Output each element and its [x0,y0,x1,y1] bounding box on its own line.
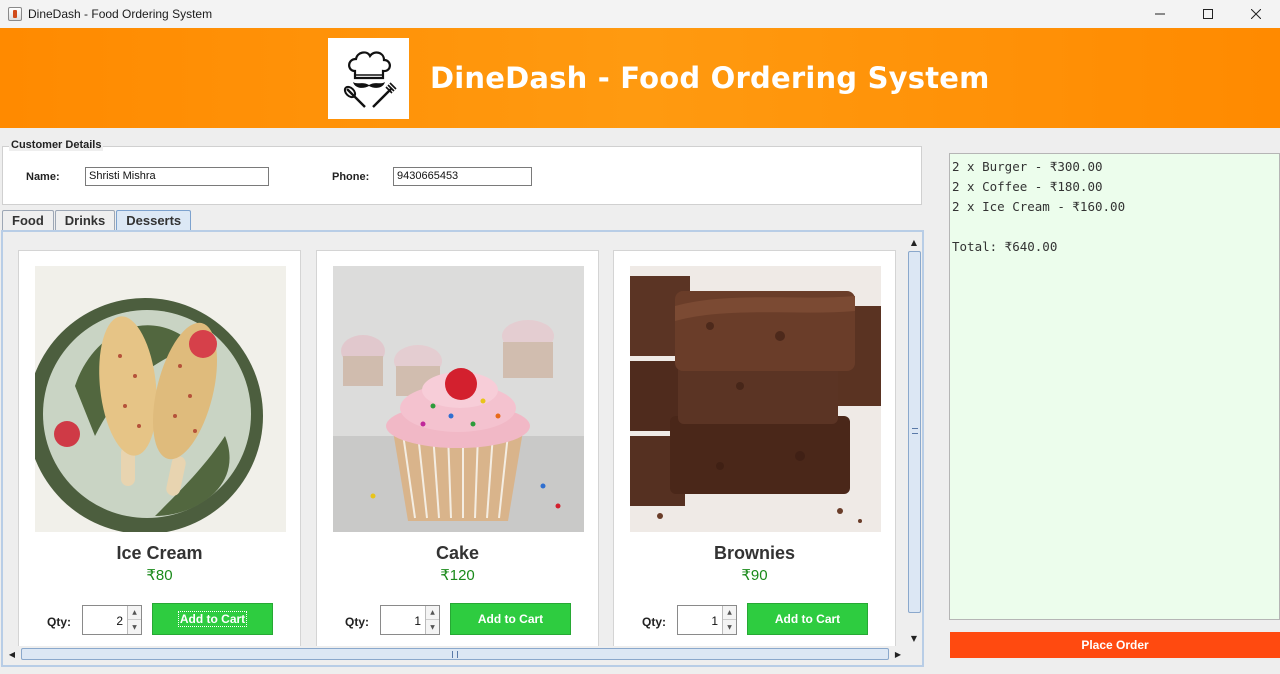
maximize-button[interactable] [1184,0,1232,28]
place-order-button[interactable]: Place Order [950,632,1280,658]
minimize-button[interactable] [1136,0,1184,28]
java-app-icon [8,7,22,21]
window-controls [1136,0,1280,28]
menu-card: Brownies ₹90 Qty: 1 ▲ ▼ Add to Cart [613,250,896,650]
menu-card: Cake ₹120 Qty: 1 ▲ ▼ Add to Cart [316,250,599,650]
cupcake-image [333,266,584,532]
window-titlebar: DineDash - Food Ordering System [0,0,1280,28]
scroll-down-arrow-icon[interactable]: ▼ [906,630,922,646]
increment-arrow-icon[interactable]: ▲ [426,606,439,620]
increment-arrow-icon[interactable]: ▲ [128,606,141,620]
app-header: DineDash - Food Ordering System [0,28,1280,128]
item-name: Cake [435,543,480,563]
minimize-icon [1155,13,1165,15]
order-line: 2 x Burger - ₹300.00 [952,159,1103,174]
brownies-image [630,266,881,532]
scroll-right-arrow-icon[interactable]: ▶ [891,646,905,662]
quantity-stepper[interactable]: 1 ▲ ▼ [380,605,440,635]
item-price: ₹90 [741,567,768,584]
grip-icon [912,428,918,434]
scroll-corner [906,646,922,662]
scroll-up-arrow-icon[interactable]: ▲ [906,234,922,250]
scroll-left-arrow-icon[interactable]: ◀ [5,646,19,662]
order-line: 2 x Ice Cream - ₹160.00 [952,199,1126,214]
customer-details-panel: Customer Details Name: Shristi Mishra Ph… [2,139,922,205]
qty-label: Qty: [47,615,71,629]
increment-arrow-icon[interactable]: ▲ [723,606,736,620]
logo [328,38,409,119]
name-field[interactable]: Shristi Mishra [85,167,269,186]
left-panel: Customer Details Name: Shristi Mishra Ph… [0,130,928,674]
quantity-value[interactable]: 1 [414,614,421,628]
customer-details-legend: Customer Details [9,139,104,151]
stepper-arrows: ▲ ▼ [722,606,736,634]
header-title: DineDash - Food Ordering System [430,61,990,95]
add-to-cart-button[interactable]: Add to Cart [747,603,868,635]
close-icon [1251,9,1261,19]
add-to-cart-button[interactable]: Add to Cart [450,603,571,635]
vertical-scrollbar[interactable]: ▲ ▼ [906,234,922,646]
add-to-cart-button[interactable]: Add to Cart [152,603,273,635]
order-summary-textarea[interactable]: 2 x Burger - ₹300.00 2 x Coffee - ₹180.0… [949,153,1280,620]
close-button[interactable] [1232,0,1280,28]
stepper-arrows: ▲ ▼ [425,606,439,634]
decrement-arrow-icon[interactable]: ▼ [426,620,439,634]
chef-hat-mustache-icon [343,50,397,108]
phone-label: Phone: [332,171,370,183]
item-name: Brownies [713,543,796,563]
window-title: DineDash - Food Ordering System [28,7,213,21]
horizontal-scroll-thumb[interactable] [21,648,889,660]
phone-field[interactable]: 9430665453 [393,167,532,186]
desserts-panel: Ice Cream ₹80 Qty: 2 ▲ ▼ Add to Cart Cak… [1,230,924,667]
order-line-spacer [952,219,1277,239]
order-total: Total: ₹640.00 [952,239,1058,254]
order-line: 2 x Coffee - ₹180.00 [952,179,1103,194]
decrement-arrow-icon[interactable]: ▼ [128,620,141,634]
qty-label: Qty: [345,615,369,629]
ice-cream-image [35,266,286,532]
item-name: Ice Cream [116,543,203,563]
grip-icon [452,651,458,658]
tab-drinks[interactable]: Drinks [54,210,116,230]
quantity-value[interactable]: 2 [116,614,123,628]
qty-label: Qty: [642,615,666,629]
tab-food[interactable]: Food [2,210,54,230]
vertical-scroll-thumb[interactable] [908,251,921,613]
menu-card: Ice Cream ₹80 Qty: 2 ▲ ▼ Add to Cart [18,250,301,650]
tab-desserts[interactable]: Desserts [116,210,192,230]
category-tabs: Food Drinks Desserts [2,210,192,230]
decrement-arrow-icon[interactable]: ▼ [723,620,736,634]
stepper-arrows: ▲ ▼ [127,606,141,634]
name-label: Name: [26,171,60,183]
item-price: ₹80 [146,567,173,584]
horizontal-scrollbar[interactable]: ◀ ▶ [5,646,906,662]
quantity-value[interactable]: 1 [711,614,718,628]
item-price: ₹120 [440,567,475,584]
quantity-stepper[interactable]: 1 ▲ ▼ [677,605,737,635]
maximize-icon [1203,9,1213,19]
quantity-stepper[interactable]: 2 ▲ ▼ [82,605,142,635]
